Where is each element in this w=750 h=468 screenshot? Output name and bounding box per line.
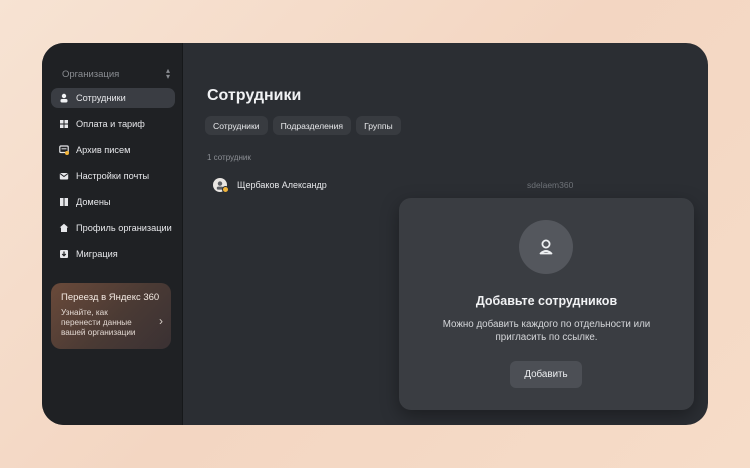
tab-employees[interactable]: Сотрудники xyxy=(205,116,268,135)
sidebar-item-domains[interactable]: Домены xyxy=(51,192,175,212)
add-employees-dialog: Добавьте сотрудников Можно добавить кажд… xyxy=(399,198,694,410)
sidebar-item-migration[interactable]: Миграция xyxy=(51,244,175,264)
sidebar-item-label: Миграция xyxy=(76,249,118,259)
sidebar-item-label: Сотрудники xyxy=(76,93,126,103)
app-window: Организация ▴ ▾ Сотрудники Оплата и тариф xyxy=(42,43,708,425)
migration-icon xyxy=(59,249,69,259)
add-button[interactable]: Добавить xyxy=(510,361,582,388)
sidebar-item-label: Профиль организации xyxy=(76,223,172,233)
person-icon xyxy=(59,93,69,103)
page-title: Сотрудники xyxy=(207,87,302,104)
sidebar-item-label: Настройки почты xyxy=(76,171,150,181)
archive-icon xyxy=(59,145,69,155)
avatar xyxy=(213,178,229,193)
sidebar-item-label: Домены xyxy=(76,197,111,207)
migration-promo-card[interactable]: Переезд в Яндекс 360 Узнайте, как перене… xyxy=(51,283,171,349)
sidebar: Организация ▴ ▾ Сотрудники Оплата и тариф xyxy=(42,43,183,425)
tabs: Сотрудники Подразделения Группы xyxy=(205,116,401,135)
sidebar-item-billing[interactable]: Оплата и тариф xyxy=(51,114,175,134)
tab-departments[interactable]: Подразделения xyxy=(272,116,352,135)
updown-chevron-icon: ▴ ▾ xyxy=(165,66,170,81)
promo-title: Переезд в Яндекс 360 xyxy=(61,292,160,303)
dialog-text: Можно добавить каждого по отдельности ил… xyxy=(442,319,651,343)
table-row[interactable]: Щербаков Александр sdelaem360 xyxy=(213,175,613,195)
grid-icon xyxy=(59,119,69,129)
sidebar-item-mail-settings[interactable]: Настройки почты xyxy=(51,166,175,186)
tab-groups[interactable]: Группы xyxy=(356,116,401,135)
promo-text: Узнайте, как перенести данные вашей орга… xyxy=(61,308,136,337)
home-icon xyxy=(59,223,69,233)
sidebar-nav: Сотрудники Оплата и тариф Архив писем На… xyxy=(51,88,175,270)
dialog-title: Добавьте сотрудников xyxy=(475,294,618,308)
sidebar-item-org-profile[interactable]: Профиль организации xyxy=(51,218,175,238)
user-icon xyxy=(519,220,573,274)
status-dot xyxy=(222,186,229,193)
employee-login: sdelaem360 xyxy=(527,180,574,190)
organization-select[interactable]: Организация ▴ ▾ xyxy=(62,67,170,81)
mail-icon xyxy=(59,171,69,181)
chevron-right-icon: › xyxy=(159,314,163,328)
sidebar-item-employees[interactable]: Сотрудники xyxy=(51,88,175,108)
organization-select-label: Организация xyxy=(62,68,120,80)
domains-icon xyxy=(59,197,69,207)
sidebar-item-label: Оплата и тариф xyxy=(76,119,145,129)
main-content: Сотрудники Сотрудники Подразделения Груп… xyxy=(183,43,708,425)
employee-count: 1 сотрудник xyxy=(207,153,251,162)
sidebar-item-archive[interactable]: Архив писем xyxy=(51,140,175,160)
sidebar-item-label: Архив писем xyxy=(76,145,131,155)
employee-name: Щербаков Александр xyxy=(237,180,327,190)
